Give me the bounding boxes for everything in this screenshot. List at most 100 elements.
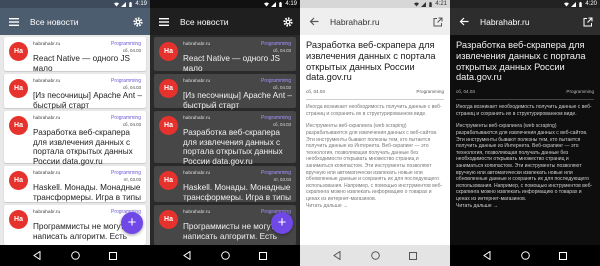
toolbar: Все новости [150, 8, 300, 35]
status-time: 4:21 [435, 1, 447, 7]
signal-icon [421, 1, 426, 7]
article-paragraph: Инструменты веб-скрапинга (web scraping)… [456, 123, 594, 209]
card-date: сб, 04.03 [122, 48, 141, 53]
nav-back-icon[interactable] [32, 251, 42, 261]
article-screen-dark: 4:20 Habrahabr.ru Разработка веб-скрапер… [450, 0, 600, 266]
card-hub: Programming [110, 41, 141, 47]
open-external-icon[interactable] [432, 16, 443, 27]
back-arrow-icon[interactable] [308, 16, 320, 27]
article-hub: Programming [566, 89, 594, 95]
card-title: React Native — одного JS мало [183, 54, 281, 73]
battery-icon [129, 1, 132, 7]
card-site: habrahabr.ru [183, 79, 211, 84]
toolbar: Habrahabr.ru [300, 8, 450, 35]
article-text: Инструменты веб-скрапинга (web scraping)… [306, 123, 443, 202]
avatar: На [159, 171, 178, 190]
nav-recents-icon[interactable] [408, 251, 418, 261]
back-arrow-icon[interactable] [458, 16, 470, 27]
battery-icon [579, 1, 582, 7]
news-card[interactable]: На habrahabr.ru Programming сб, 04.03 [И… [154, 74, 296, 110]
news-card[interactable]: На habrahabr.ru Programming сб, 04.03 Ра… [4, 111, 146, 166]
nav-recents-icon[interactable] [558, 251, 568, 261]
card-date: пт, 03.03 [273, 177, 291, 182]
feed-screen-dark: 4:19 Все новости На habrahabr.ru Program… [150, 0, 300, 266]
card-title: [Из песочницы] Apache Ant – быстрый стар… [183, 91, 292, 110]
card-date: сб, 04.03 [272, 48, 291, 53]
card-title: Разработка веб-скрапера для извлечения д… [33, 128, 133, 166]
avatar: На [159, 42, 178, 61]
status-time: 4:19 [285, 1, 297, 7]
add-button[interactable]: + [121, 212, 143, 234]
card-hub: Programming [260, 115, 291, 121]
card-site: habrahabr.ru [183, 116, 211, 121]
avatar: На [9, 210, 28, 229]
nav-bar [450, 245, 600, 266]
nav-bar [0, 245, 150, 266]
toolbar-title: Habrahabr.ru [480, 17, 530, 27]
signal-icon [121, 1, 126, 7]
nav-back-icon[interactable] [482, 251, 492, 261]
read-more-link[interactable]: Читать дальше → [456, 203, 498, 209]
wifi-icon [114, 2, 119, 6]
news-card[interactable]: На habrahabr.ru Programming пт, 03.03 Ha… [154, 166, 296, 202]
news-card[interactable]: На habrahabr.ru Programming сб, 04.03 Ра… [154, 111, 296, 166]
news-card[interactable]: На habrahabr.ru Programming пт, 03.03 Ha… [4, 166, 146, 202]
menu-icon[interactable] [158, 16, 170, 27]
nav-back-icon[interactable] [182, 251, 192, 261]
nav-home-icon[interactable] [70, 251, 80, 261]
article-meta: сб, 04.03 Programming [306, 87, 444, 97]
wifi-icon [264, 2, 269, 6]
news-card[interactable]: На habrahabr.ru Programming сб, 04.03 Re… [154, 37, 296, 73]
avatar: На [9, 171, 28, 190]
status-bar: 4:20 [450, 0, 600, 8]
feed-screen-light: 4:19 Все новости На habrahabr.ru Program… [0, 0, 150, 266]
card-title: Haskell. Монады. Монадные трансформеры. … [183, 183, 292, 202]
toolbar: Все новости [0, 8, 150, 35]
nav-back-icon[interactable] [332, 251, 342, 261]
toolbar-title: Все новости [180, 17, 229, 27]
card-hub: Programming [260, 41, 291, 47]
nav-home-icon[interactable] [370, 251, 380, 261]
nav-home-icon[interactable] [220, 251, 230, 261]
menu-icon[interactable] [8, 16, 20, 27]
article-paragraph: Иногда возникает необходимость получить … [456, 104, 592, 117]
divider [306, 99, 444, 101]
read-more-link[interactable]: Читать дальше → [306, 203, 348, 209]
add-button[interactable]: + [271, 212, 293, 234]
card-site: habrahabr.ru [33, 210, 61, 215]
avatar: На [9, 79, 28, 98]
card-site: habrahabr.ru [33, 171, 61, 176]
news-card[interactable]: На habrahabr.ru Programming сб, 04.03 [И… [4, 74, 146, 110]
nav-home-icon[interactable] [520, 251, 530, 261]
toolbar: Habrahabr.ru [450, 8, 600, 35]
card-date: сб, 04.03 [272, 122, 291, 127]
article-body[interactable]: Разработка веб-скрапера для извлечения д… [450, 35, 600, 245]
article-body[interactable]: Разработка веб-скрапера для извлечения д… [300, 35, 450, 245]
battery-icon [279, 1, 282, 7]
card-site: habrahabr.ru [33, 79, 61, 84]
card-date: сб, 04.03 [122, 122, 141, 127]
nav-recents-icon[interactable] [108, 251, 118, 261]
card-date: пт, 03.03 [123, 177, 141, 182]
article-hub: Programming [416, 89, 444, 95]
card-title: React Native — одного JS мало [33, 54, 131, 73]
avatar: На [9, 116, 28, 135]
card-site: habrahabr.ru [183, 171, 211, 176]
article-screen-light: 4:21 Habrahabr.ru Разработка веб-скрапер… [300, 0, 450, 266]
news-card[interactable]: На habrahabr.ru Programming сб, 04.03 Re… [4, 37, 146, 73]
open-external-icon[interactable] [582, 16, 593, 27]
article-text: Инструменты веб-скрапинга (web scraping)… [456, 123, 593, 202]
card-date: сб, 04.03 [122, 85, 141, 90]
card-site: habrahabr.ru [33, 116, 61, 121]
article-date: сб, 04.03 [456, 89, 475, 95]
article-title: Разработка веб-скрапера для извлечения д… [306, 40, 436, 83]
gear-icon[interactable] [132, 16, 143, 27]
card-hub: Programming [110, 115, 141, 121]
wifi-icon [564, 2, 569, 6]
nav-recents-icon[interactable] [258, 251, 268, 261]
article-paragraph: Иногда возникает необходимость получить … [306, 104, 442, 117]
gear-icon[interactable] [282, 16, 293, 27]
signal-icon [571, 1, 576, 7]
article-meta: сб, 04.03 Programming [456, 87, 594, 97]
article-date: сб, 04.03 [306, 89, 325, 95]
